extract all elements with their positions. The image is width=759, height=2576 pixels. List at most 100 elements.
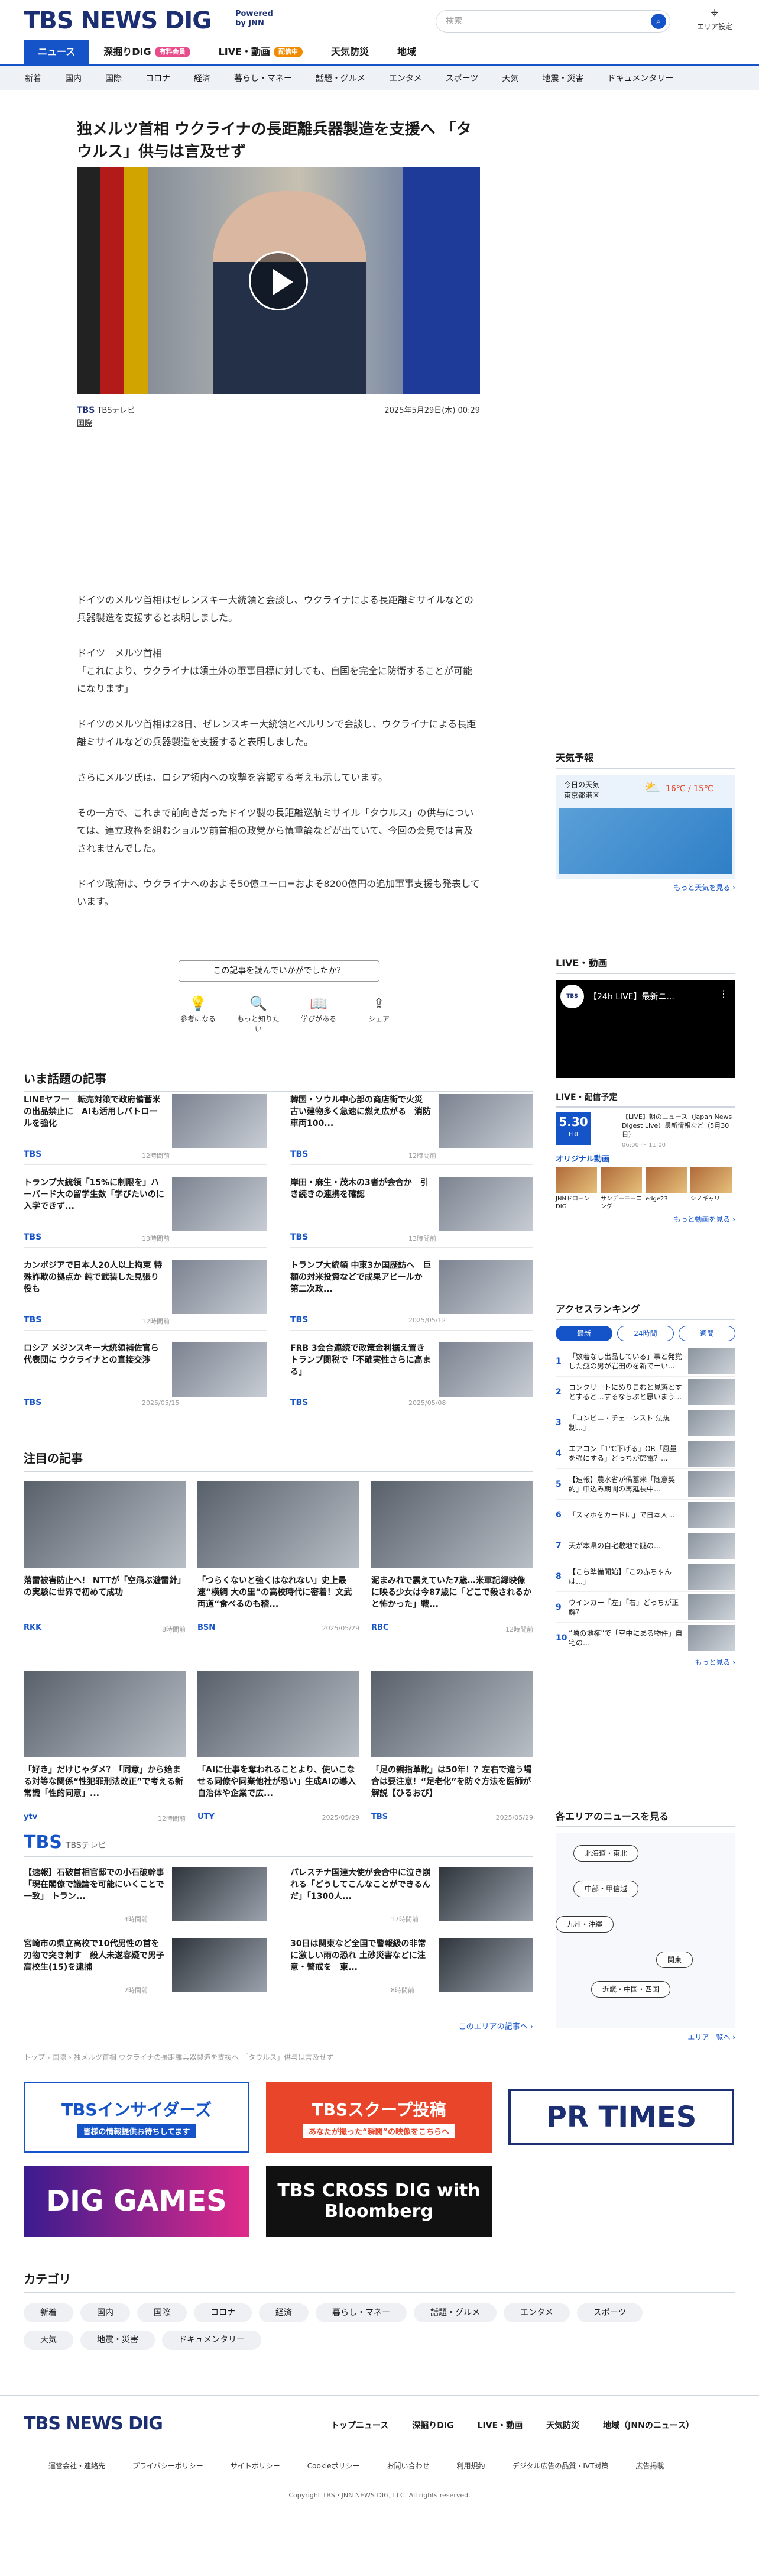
featured-article[interactable]: 「足の親指革靴」は50年！？左右で違う場合は要注意！“足老化”を防ぐ方法を医師が… (371, 1671, 533, 1836)
hot-article[interactable]: トランプ大統領 中東3か国歴訪へ 巨額の対米投資などで成果アピールか 第二次政.… (290, 1260, 533, 1331)
category-nav-item[interactable]: 暮らし・マネー (234, 72, 292, 84)
hot-article[interactable]: ロシア メジンスキー大統領補佐官ら代表団に ウクライナとの直接交渉 TBS 2025… (24, 1342, 267, 1413)
tbs-article[interactable]: 30日は関東など全国で警報級の非常に激しい雨の恐れ 土砂災害などに注意・警戒を … (290, 1938, 533, 1997)
search-icon[interactable]: ⌕ (651, 14, 666, 29)
tbs-article[interactable]: 宮崎市の県立高校で10代男性の首を刃物で突き刺す 殺人未遂容疑で男子高校生(15… (24, 1938, 267, 1997)
hot-article[interactable]: FRB 3会合連続で政策金利据え置き トランプ関税で「不確実性さらに高まる」 TB… (290, 1342, 533, 1413)
play-icon[interactable] (249, 251, 308, 310)
area-button[interactable]: 近畿・中国・四国 (591, 1981, 671, 1998)
category-nav-item[interactable]: コロナ (145, 72, 170, 84)
ranking-item[interactable]: 6 「スマホをカードに」で日本人… (556, 1500, 735, 1530)
area-list-link[interactable]: エリア一覧へ › (556, 2032, 735, 2042)
footer-link[interactable]: サイトポリシー (231, 2461, 280, 2471)
live-player[interactable]: TBS 【24h LIVE】最新ニ... ⋮ (556, 980, 735, 1078)
footer-link[interactable]: Cookieポリシー (307, 2461, 360, 2471)
footer-nav-item[interactable]: 天気防災 (546, 2419, 579, 2431)
footer-link[interactable]: デジタル広告の品質・IVT対策 (513, 2461, 609, 2471)
category-chip[interactable]: 国際 (137, 2303, 187, 2322)
hot-article[interactable]: トランプ大統領「15%に制限を」ハーバード大の留学生数「学びたいのに入学できず.… (24, 1177, 267, 1248)
ranking-item[interactable]: 10 “隣の地権”で「空中にある物件」自宅の… (556, 1623, 735, 1653)
footer-link[interactable]: お問い合わせ (387, 2461, 430, 2471)
ranking-item[interactable]: 5 【速報】農水省が備蓄米「随意契約」申込み期間の再延長中… (556, 1469, 735, 1500)
category-chip[interactable]: 経済 (259, 2303, 309, 2322)
banner-scoop[interactable]: TBSスクープ投稿 あなたが撮った“瞬間”の映像をこちらへ (266, 2082, 492, 2153)
ranking-item[interactable]: 1 「数着なし出品している」事と発覚した謎の男が岩田のを新でーい... (556, 1346, 735, 1377)
weather-card[interactable]: 今日の天気 東京都港区 ⛅ 16℃ / 15℃ (556, 775, 735, 879)
category-chip[interactable]: スポーツ (576, 2303, 643, 2322)
featured-article[interactable]: 「つらくないと強くはなれない」史上最速“横綱 大の里”の高校時代に密着！文武両道… (197, 1481, 359, 1647)
breadcrumb[interactable]: トップ › 国際 › 独メルツ首相 ウクライナの長距離兵器製造を支援へ 「タウル… (24, 2052, 333, 2062)
area-map[interactable]: 北海道・東北 中部・甲信越 九州・沖縄 関東 近畿・中国・四国 (556, 1833, 735, 2028)
category-chip[interactable]: 天気 (24, 2331, 73, 2350)
hot-article[interactable]: 岸田・麻生・茂木の3者が会合か 引き続きの連携を確認 TBS 13時間前 (290, 1177, 533, 1248)
footer-nav-item[interactable]: 地域（JNNのニュース） (603, 2419, 694, 2431)
ranking-more-link[interactable]: もっと見る › (556, 1657, 735, 1667)
footer-link[interactable]: プライバシーポリシー (132, 2461, 203, 2471)
ranking-item[interactable]: 3 「コンビニ・チェーンスト 法規制…」 (556, 1407, 735, 1438)
category-nav-item[interactable]: 新着 (25, 72, 41, 84)
category-chip[interactable]: 国内 (80, 2303, 130, 2322)
gnav-tab[interactable]: LIVE・動画 配信中 (205, 40, 317, 64)
schedule-item[interactable]: 5.30 FRI 【LIVE】朝のニュース（Japan News Digest L… (556, 1112, 735, 1150)
banner-diggames[interactable]: DIG GAMES (24, 2166, 249, 2237)
gnav-tab[interactable]: 地域 (383, 40, 430, 64)
search-input[interactable]: 検索 ⌕ (436, 10, 670, 33)
video-player[interactable] (77, 167, 480, 394)
tbs-article[interactable]: 【速報】石破首相官邸での小石破幹事「現在閣僚で議論を可能にいくことで一致」 トラ… (24, 1867, 267, 1926)
gnav-tab[interactable]: ニュース (24, 40, 90, 64)
reaction-button[interactable]: ⇪ シェア (355, 993, 403, 1034)
original-video[interactable]: edge23 (646, 1167, 687, 1211)
footer-link[interactable]: 利用規約 (457, 2461, 485, 2471)
gnav-tab[interactable]: 深掘りDIG 有料会員 (89, 40, 204, 64)
video-more-link[interactable]: もっと動画を見る › (556, 1214, 735, 1224)
area-more-link[interactable]: このエリアの記事へ › (459, 2020, 533, 2031)
category-nav-item[interactable]: エンタメ (389, 72, 422, 84)
ranking-tab[interactable]: 最新 (556, 1326, 612, 1341)
category-nav-item[interactable]: 話題・グルメ (316, 72, 365, 84)
featured-article[interactable]: 「AIに仕事を奪われることより、使いこなせる同僚や同業他社が恐い」生成AIの導入… (197, 1671, 364, 1836)
ranking-tab[interactable]: 週間 (679, 1326, 735, 1341)
weather-more-link[interactable]: もっと天気を見る › (556, 882, 735, 892)
banner-prtimes[interactable]: PR TIMES (508, 2089, 734, 2145)
ranking-item[interactable]: 7 天が本県の自宅敷地で謎の… (556, 1530, 735, 1561)
category-chip[interactable]: エンタメ (504, 2303, 570, 2322)
reaction-button[interactable]: 🔍 もっと知りたい (235, 993, 282, 1034)
featured-article[interactable]: 落雷被害防止へ！ NTTが「空飛ぶ避雷針」の実験に世界で初めて成功 RKK 8時間前 (24, 1481, 186, 1647)
footer-logo[interactable]: TBS NEWS DIG (24, 2412, 163, 2436)
category-nav-item[interactable]: 経済 (194, 72, 210, 84)
category-chip[interactable]: 地震・災害 (80, 2331, 155, 2350)
original-video[interactable]: JNNドローンDIG (556, 1167, 597, 1211)
original-video[interactable]: シノギャリ (690, 1167, 732, 1211)
category-nav-item[interactable]: ドキュメンタリー (607, 72, 673, 84)
tbs-article[interactable]: パレスチナ国連大使が会合中に泣き崩れる「どうしてこんなことができるんだ」「130… (290, 1867, 533, 1926)
ranking-item[interactable]: 8 【こら準備開始】「この赤ちゃんは…」 (556, 1561, 735, 1592)
reaction-button[interactable]: 📖 学びがある (295, 993, 342, 1034)
region-setting-button[interactable]: ⌖ エリア設定 (694, 6, 735, 31)
featured-article[interactable]: 「好き」だけじゃダメ？「同意」から始まる対等な関係“性犯罪刑法改正”で考える新常… (24, 1671, 186, 1836)
gnav-tab[interactable]: 天気防災 (317, 40, 383, 64)
footer-link[interactable]: 広告掲載 (635, 2461, 664, 2471)
footer-link[interactable]: 運営会社・連絡先 (48, 2461, 105, 2471)
area-button[interactable]: 中部・甲信越 (573, 1881, 639, 1897)
area-button[interactable]: 北海道・東北 (573, 1845, 639, 1862)
reaction-button[interactable]: 💡 参考になる (174, 993, 222, 1034)
ranking-item[interactable]: 2 コンクリートにめりこむと見落とすとすると…するならぶと思いまう... (556, 1377, 735, 1407)
more-vert-icon[interactable]: ⋮ (719, 988, 728, 999)
area-button[interactable]: 関東 (656, 1952, 693, 1968)
ranking-item[interactable]: 4 エアコン「1℃下げる」OR「風量を強にする」どっちが節電？... (556, 1438, 735, 1469)
category-nav-item[interactable]: 天気 (502, 72, 518, 84)
banner-insiders[interactable]: TBSインサイダーズ 皆様の情報提供お待ちしてます (24, 2082, 249, 2153)
footer-nav-item[interactable]: LIVE・動画 (478, 2419, 523, 2431)
category-chip[interactable]: ドキュメンタリー (162, 2331, 261, 2350)
site-logo[interactable]: TBS NEWS DIG (24, 6, 212, 35)
category-nav-item[interactable]: 地震・災害 (542, 72, 583, 84)
category-chip[interactable]: コロナ (194, 2303, 252, 2322)
category-nav-item[interactable]: 国際 (105, 72, 122, 84)
ranking-item[interactable]: 9 ウインカー「左」「右」どっちが正解？ (556, 1592, 735, 1623)
featured-article[interactable]: 泥まみれで震えていた7歳…米軍記録映像に映る少女は今87歳に「どこで殺されるかと… (371, 1481, 533, 1647)
category-chip[interactable]: 話題・グルメ (414, 2303, 497, 2322)
ranking-tab[interactable]: 24時間 (617, 1326, 674, 1341)
hot-article[interactable]: カンボジアで日本人20人以上拘束 特殊詐欺の拠点か 鈍で武装した見張り役も TBS… (24, 1260, 267, 1331)
article-tag[interactable]: 国際 (77, 417, 92, 428)
banner-crossdig[interactable]: TBS CROSS DIG with Bloomberg (266, 2166, 492, 2237)
